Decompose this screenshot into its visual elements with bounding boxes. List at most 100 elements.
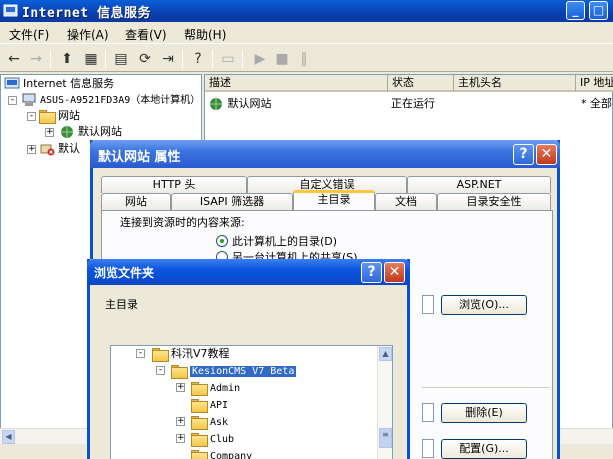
properties-titlebar[interactable]: 默认网站 属性 ? ✕ xyxy=(90,140,560,168)
row-status: 正在运行 xyxy=(391,97,435,110)
collapse-icon[interactable]: - xyxy=(27,112,36,121)
browse-button[interactable]: 浏览(O)... xyxy=(441,295,527,315)
row-description: 默认网站 xyxy=(227,97,272,110)
expand-icon[interactable]: + xyxy=(27,145,36,154)
help-button[interactable]: ? xyxy=(361,262,382,283)
execute-perms-field[interactable] xyxy=(422,439,434,458)
folder-item[interactable]: 科汛V7教程 xyxy=(152,346,230,362)
tab-home-directory[interactable]: 主目录 xyxy=(293,190,375,210)
browse-title: 浏览文件夹 xyxy=(94,266,155,280)
folder-icon xyxy=(39,110,56,124)
radio-local-directory[interactable] xyxy=(216,235,228,247)
website-globe-icon xyxy=(61,126,73,138)
tree-default-site[interactable]: 默认网站 xyxy=(59,124,122,140)
show-tree-icon[interactable]: ▦ xyxy=(81,49,101,69)
tab-documents[interactable]: 文档 xyxy=(375,193,437,210)
toolbar-divider xyxy=(242,50,243,68)
folder-icon xyxy=(191,416,208,430)
pause-icon[interactable]: ‖ xyxy=(294,49,314,69)
folder-icon xyxy=(191,382,208,396)
back-icon[interactable]: ← xyxy=(4,49,24,69)
properties-icon[interactable]: ▤ xyxy=(111,49,131,69)
column-header-description[interactable]: 描述 xyxy=(205,75,388,92)
configuration-button[interactable]: 配置(G)... xyxy=(441,439,527,459)
toolbar-divider xyxy=(212,50,213,68)
refresh-icon[interactable]: ⟳ xyxy=(135,49,155,69)
stop-icon[interactable]: ■ xyxy=(272,49,292,69)
tree-default-site-label: 默认网站 xyxy=(78,125,122,138)
folder-item[interactable]: Company xyxy=(191,448,252,459)
close-button[interactable]: ✕ xyxy=(536,144,557,165)
folder-icon xyxy=(152,348,169,362)
up-icon[interactable]: ⬆ xyxy=(57,49,77,69)
column-header-hostname[interactable]: 主机头名 xyxy=(454,75,576,92)
folder-item-selected[interactable]: KesionCMS V7 Beta xyxy=(171,363,297,379)
vertical-scrollbar[interactable]: ▲ ≡ xyxy=(377,346,392,459)
menu-help[interactable]: 帮助(H) xyxy=(184,26,226,43)
folder-label: KesionCMS V7 Beta xyxy=(190,366,297,377)
scroll-thumb[interactable]: ≡ xyxy=(379,428,392,448)
menu-action[interactable]: 操作(A) xyxy=(67,26,109,43)
expand-icon[interactable]: + xyxy=(45,128,54,137)
table-row[interactable]: 默认网站 xyxy=(208,95,272,111)
remove-button[interactable]: 删除(E) xyxy=(441,403,527,423)
folder-item[interactable]: Admin xyxy=(191,380,240,396)
tab-aspnet[interactable]: ASP.NET xyxy=(407,176,551,193)
expand-icon[interactable]: + xyxy=(176,417,185,426)
tree-default-partial-label: 默认 xyxy=(58,142,80,155)
folder-icon xyxy=(191,450,208,459)
folder-label: Admin xyxy=(210,383,241,394)
local-path-field[interactable] xyxy=(422,295,434,314)
tab-http-headers[interactable]: HTTP 头 xyxy=(101,176,247,193)
menu-view[interactable]: 查看(V) xyxy=(125,26,167,43)
tree-websites-label: 网站 xyxy=(58,109,80,122)
folder-label: Ask xyxy=(210,417,229,428)
tab-isapi-filters[interactable]: ISAPI 筛选器 xyxy=(171,193,293,210)
column-header-status[interactable]: 状态 xyxy=(388,75,454,92)
folder-label: API xyxy=(210,400,229,411)
folder-tree[interactable]: - 科汛V7教程 - KesionCMS V7 Beta + Admin API… xyxy=(110,345,393,459)
collapse-icon[interactable]: - xyxy=(136,349,145,358)
tree-root[interactable]: Internet 信息服务 xyxy=(4,76,114,92)
tree-websites[interactable]: 网站 xyxy=(39,108,80,124)
column-header-ip[interactable]: IP 地址 xyxy=(576,75,613,92)
collapse-icon[interactable]: - xyxy=(8,96,17,105)
menu-file[interactable]: 文件(F) xyxy=(9,26,49,43)
browse-label: 主目录 xyxy=(105,298,138,311)
menu-bar: 文件(F) 操作(A) 查看(V) 帮助(H) xyxy=(0,22,613,44)
computer-icon[interactable]: ▭ xyxy=(218,49,238,69)
folder-item[interactable]: API xyxy=(191,397,228,413)
help-button[interactable]: ? xyxy=(513,144,534,165)
collapse-icon[interactable]: - xyxy=(156,366,165,375)
tab-directory-security[interactable]: 目录安全性 xyxy=(437,193,551,210)
folder-item[interactable]: Club xyxy=(191,431,234,447)
folder-label: 科汛V7教程 xyxy=(171,347,230,360)
tree-computer[interactable]: ASUS-A9521FD3A9（本地计算机） xyxy=(21,92,200,108)
scroll-up-icon[interactable]: ▲ xyxy=(379,347,392,361)
properties-title: 默认网站 属性 xyxy=(98,150,181,165)
maximize-button[interactable]: □ xyxy=(589,1,608,20)
folder-item[interactable]: Ask xyxy=(191,414,228,430)
browse-titlebar[interactable]: 浏览文件夹 ? ✕ xyxy=(87,259,410,285)
radio-local-label: 此计算机上的目录(D) xyxy=(232,235,338,248)
minimize-button[interactable]: _ xyxy=(566,1,585,20)
browse-folder-dialog: 浏览文件夹 ? ✕ 主目录 - 科汛V7教程 - KesionCMS V7 Be… xyxy=(87,259,410,459)
website-globe-icon xyxy=(210,98,222,110)
main-titlebar[interactable]: Internet 信息服务 _ □ xyxy=(0,0,613,22)
iis-app-icon xyxy=(3,4,18,17)
close-button[interactable]: ✕ xyxy=(384,262,405,283)
toolbar-divider xyxy=(50,50,51,68)
window-title: Internet 信息服务 xyxy=(22,6,151,21)
expand-icon[interactable]: + xyxy=(176,383,185,392)
export-icon[interactable]: ⇥ xyxy=(158,49,178,69)
forward-icon[interactable]: → xyxy=(26,49,46,69)
tree-default-smtp[interactable]: 默认 xyxy=(39,141,80,157)
scroll-left-icon[interactable]: ◀ xyxy=(2,430,15,444)
folder-icon xyxy=(191,433,208,447)
tab-website[interactable]: 网站 xyxy=(101,193,171,210)
folder-label: Company xyxy=(210,451,253,459)
play-icon[interactable]: ▶ xyxy=(250,49,270,69)
app-name-field[interactable] xyxy=(422,403,434,422)
expand-icon[interactable]: + xyxy=(176,434,185,443)
help-icon[interactable]: ? xyxy=(188,49,208,69)
